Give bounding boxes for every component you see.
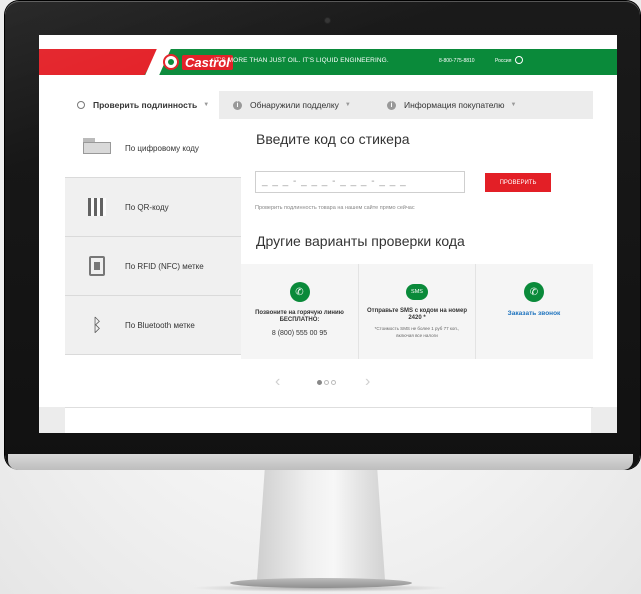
tab-label: Проверить подлинность — [93, 100, 198, 110]
sms-cost-note: *Стоимость SMS не более 1 руб 77 коп., в… — [374, 326, 460, 338]
rfid-tag-icon — [77, 256, 117, 276]
main-panel: Введите код со стикера _ _ _ - _ _ _ - _… — [241, 119, 593, 359]
carousel-dots — [317, 380, 336, 385]
region-selector[interactable]: Россия — [495, 58, 511, 64]
sticker-code-input[interactable]: _ _ _ - _ _ _ - _ _ _ - _ _ _ — [255, 171, 465, 193]
chevron-down-icon: ▼ — [203, 102, 210, 108]
carousel-dot[interactable] — [324, 380, 329, 385]
chevron-down-icon: ▼ — [510, 102, 517, 108]
site-header: Castrol IT'S MORE THAN JUST OIL. IT'S LI… — [39, 49, 617, 75]
check-button[interactable]: ПРОВЕРИТЬ — [485, 173, 551, 192]
bluetooth-icon: ᛒ — [91, 314, 103, 335]
phone-ringing-icon: ✆ — [524, 282, 544, 302]
tab-label: Информация покупателю — [404, 100, 505, 110]
carousel-controls: ‹ › — [39, 371, 617, 395]
other-options-title: Другие варианты проверки кода — [256, 233, 465, 249]
footer-divider — [65, 407, 593, 408]
tab-bar: Проверить подлинность ▼ i Обнаружили под… — [65, 91, 593, 119]
method-sidebar: По цифровому коду По QR-коду По RFID (NF… — [65, 119, 241, 359]
castrol-emblem-icon — [163, 54, 179, 70]
info-icon: i — [233, 100, 242, 110]
option-title: Отправьте SMS с кодом на номер 2420 * — [367, 308, 467, 322]
tab-check-authenticity[interactable]: Проверить подлинность ▼ — [65, 91, 219, 119]
sidebar-item-label: По Bluetooth метке — [125, 320, 195, 330]
sidebar-item-digital-code[interactable]: По цифровому коду — [65, 119, 241, 178]
sidebar-item-rfid[interactable]: По RFID (NFC) метке — [65, 237, 241, 296]
option-title: Позвоните на горячую линию БЕСПЛАТНО: — [255, 310, 344, 324]
sidebar-item-label: По RFID (NFC) метке — [125, 261, 204, 271]
page-title: Введите код со стикера — [256, 131, 410, 147]
phone-icon: ✆ — [289, 282, 310, 302]
monitor-stand — [257, 470, 385, 580]
tab-found-fake[interactable]: i Обнаружили подделку ▼ — [219, 91, 373, 119]
carousel-next-arrow[interactable]: › — [365, 373, 370, 391]
footer-right-strip — [591, 407, 617, 433]
tagline: IT'S MORE THAN JUST OIL. IT'S LIQUID ENG… — [214, 57, 389, 64]
chevron-down-icon: ▼ — [344, 102, 351, 108]
carousel-dot[interactable] — [317, 380, 322, 385]
sticker-card-icon — [77, 138, 117, 154]
tab-buyer-info[interactable]: i Информация покупателю ▼ — [373, 91, 516, 119]
globe-icon[interactable] — [515, 56, 523, 64]
header-phone[interactable]: 8-800-775-8810 — [439, 58, 475, 64]
other-options: ✆ Позвоните на горячую линию БЕСПЛАТНО: … — [241, 264, 593, 359]
order-callback-link[interactable]: Заказать звонок — [508, 310, 561, 317]
monitor-base — [230, 578, 412, 588]
header-red-stripe — [39, 49, 159, 75]
carousel-dot[interactable] — [331, 380, 336, 385]
hotline-number[interactable]: 8 (800) 555 00 95 — [272, 330, 327, 337]
sidebar-item-bluetooth[interactable]: ᛒ По Bluetooth метке — [65, 296, 241, 355]
monitor-frame: Castrol IT'S MORE THAN JUST OIL. IT'S LI… — [5, 1, 640, 469]
hint-text: Проверить подлинность товара на нашем са… — [255, 205, 415, 211]
sidebar-item-qr-code[interactable]: По QR-коду — [65, 178, 241, 237]
camera — [325, 18, 330, 23]
sidebar-item-label: По QR-коду — [125, 202, 169, 212]
sms-icon: SMS — [406, 284, 428, 300]
info-icon: i — [387, 100, 396, 110]
qr-code-icon — [77, 198, 117, 216]
option-hotline: ✆ Позвоните на горячую линию БЕСПЛАТНО: … — [241, 264, 358, 359]
sidebar-item-label: По цифровому коду — [125, 143, 199, 153]
carousel-prev-arrow[interactable]: ‹ — [275, 373, 280, 391]
option-callback: ✆ Заказать звонок — [475, 264, 592, 359]
search-icon — [77, 101, 85, 109]
footer-left-strip — [39, 407, 65, 433]
monitor-chin — [8, 454, 633, 470]
option-sms: SMS Отправьте SMS с кодом на номер 2420 … — [358, 264, 475, 359]
tab-label: Обнаружили подделку — [250, 100, 339, 110]
screen: Castrol IT'S MORE THAN JUST OIL. IT'S LI… — [39, 35, 617, 433]
